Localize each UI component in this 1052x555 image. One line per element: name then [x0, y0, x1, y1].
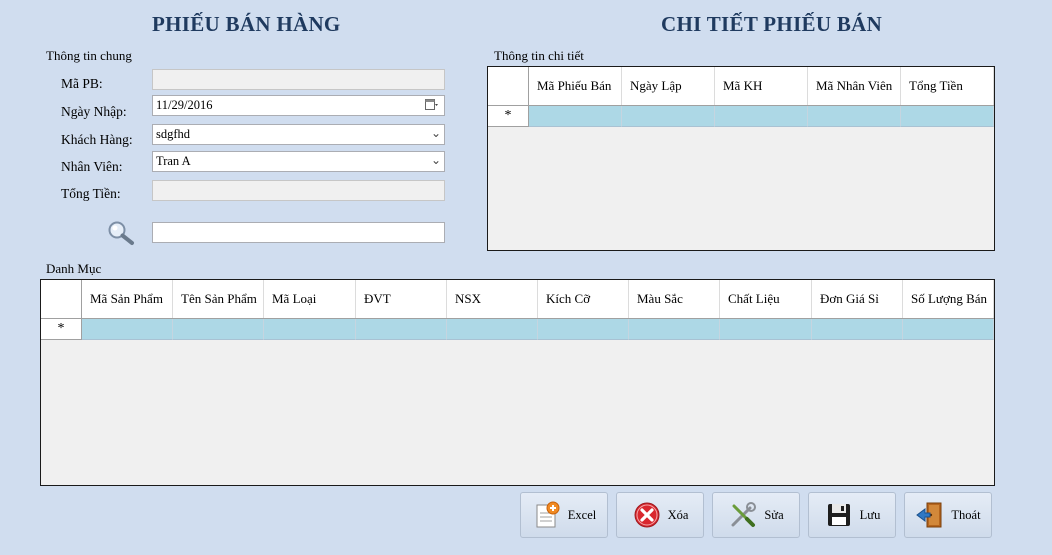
new-row-cell[interactable]: [812, 319, 903, 340]
detail-grid-header: Mã Phiếu Bán Ngày Lập Mã KH Mã Nhân Viên…: [488, 67, 994, 106]
new-row-cell[interactable]: [901, 106, 994, 127]
calendar-icon[interactable]: [425, 98, 438, 111]
magnifier-icon[interactable]: [106, 220, 136, 246]
ma-pb-field[interactable]: [152, 69, 445, 90]
chevron-down-icon[interactable]: ⌄: [431, 126, 441, 141]
exit-door-icon: [916, 502, 942, 528]
document-add-icon: [536, 501, 560, 528]
catalog-grid-header: Mã Sản Phẩm Tên Sản Phẩm Mã Loại ĐVT NSX…: [41, 280, 994, 319]
detail-grid[interactable]: Mã Phiếu Bán Ngày Lập Mã KH Mã Nhân Viên…: [487, 66, 995, 251]
exit-button[interactable]: Thoát: [904, 492, 992, 538]
new-row-cell[interactable]: [356, 319, 447, 340]
catalog-col-ma-loai[interactable]: Mã Loại: [264, 280, 356, 318]
detail-info-label: Thông tin chi tiết: [494, 48, 584, 63]
search-input[interactable]: [152, 222, 445, 243]
new-row-marker[interactable]: *: [41, 319, 82, 340]
detail-col-tong-tien[interactable]: Tổng Tiền: [901, 67, 994, 105]
nhan-vien-label: Nhân Viên:: [61, 159, 123, 174]
ngay-nhap-datepicker[interactable]: 11/29/2016: [152, 95, 445, 116]
catalog-col-chat-lieu[interactable]: Chất Liệu: [720, 280, 812, 318]
new-row-cell[interactable]: [529, 106, 622, 127]
sales-slip-title: PHIẾU BÁN HÀNG: [152, 12, 341, 36]
ma-pb-label: Mã PB:: [61, 76, 103, 91]
new-row-cell[interactable]: [808, 106, 901, 127]
delete-button[interactable]: Xóa: [616, 492, 704, 538]
new-row-cell[interactable]: [629, 319, 720, 340]
edit-button[interactable]: Sửa: [712, 492, 800, 538]
catalog-col-dvt[interactable]: ĐVT: [356, 280, 447, 318]
general-info-label: Thông tin chung: [46, 48, 132, 63]
detail-corner-cell: [488, 67, 529, 105]
khach-hang-label: Khách Hàng:: [61, 132, 133, 147]
nhan-vien-select[interactable]: Tran A ⌄: [152, 151, 445, 172]
catalog-grid[interactable]: Mã Sản Phẩm Tên Sản Phẩm Mã Loại ĐVT NSX…: [40, 279, 995, 486]
floppy-disk-icon: [827, 504, 850, 526]
excel-button[interactable]: Excel: [520, 492, 608, 538]
new-row-cell[interactable]: [622, 106, 715, 127]
catalog-col-nsx[interactable]: NSX: [447, 280, 538, 318]
catalog-col-ma-san-pham[interactable]: Mã Sản Phẩm: [82, 280, 173, 318]
save-button-label: Lưu: [859, 507, 881, 522]
tools-icon: [731, 502, 757, 527]
edit-button-label: Sửa: [764, 507, 784, 522]
khach-hang-select[interactable]: sdgfhd ⌄: [152, 124, 445, 145]
exit-button-label: Thoát: [951, 507, 981, 522]
new-row-cell[interactable]: [903, 319, 994, 340]
new-row-cell[interactable]: [720, 319, 812, 340]
new-row-cell[interactable]: [447, 319, 538, 340]
catalog-col-ten-san-pham[interactable]: Tên Sản Phẩm: [173, 280, 264, 318]
new-row-cell[interactable]: [82, 319, 173, 340]
catalog-col-mau-sac[interactable]: Màu Sắc: [629, 280, 720, 318]
catalog-col-kich-co[interactable]: Kích Cỡ: [538, 280, 629, 318]
save-button[interactable]: Lưu: [808, 492, 896, 538]
detail-col-ngay-lap[interactable]: Ngày Lập: [622, 67, 715, 105]
tong-tien-field[interactable]: [152, 180, 445, 201]
sales-detail-title: CHI TIẾT PHIẾU BÁN: [661, 12, 883, 36]
new-row-marker[interactable]: *: [488, 106, 529, 127]
detail-col-ma-kh[interactable]: Mã KH: [715, 67, 808, 105]
new-row-cell[interactable]: [173, 319, 264, 340]
delete-button-label: Xóa: [667, 507, 689, 522]
catalog-label: Danh Mục: [46, 261, 102, 276]
red-x-icon: [634, 502, 660, 528]
detail-col-ma-nhan-vien[interactable]: Mã Nhân Viên: [808, 67, 901, 105]
detail-col-ma-phieu-ban[interactable]: Mã Phiếu Bán: [529, 67, 622, 105]
catalog-corner-cell: [41, 280, 82, 318]
tong-tien-label: Tổng Tiền:: [61, 186, 121, 201]
chevron-down-icon[interactable]: ⌄: [431, 153, 441, 168]
new-row-cell[interactable]: [538, 319, 629, 340]
ngay-nhap-label: Ngày Nhập:: [61, 104, 127, 119]
new-row-cell[interactable]: [264, 319, 356, 340]
excel-button-label: Excel: [567, 507, 597, 522]
catalog-col-don-gia-si[interactable]: Đơn Giá Sỉ: [812, 280, 903, 318]
new-row-cell[interactable]: [715, 106, 808, 127]
catalog-col-so-luong-ban[interactable]: Số Lượng Bán: [903, 280, 994, 318]
